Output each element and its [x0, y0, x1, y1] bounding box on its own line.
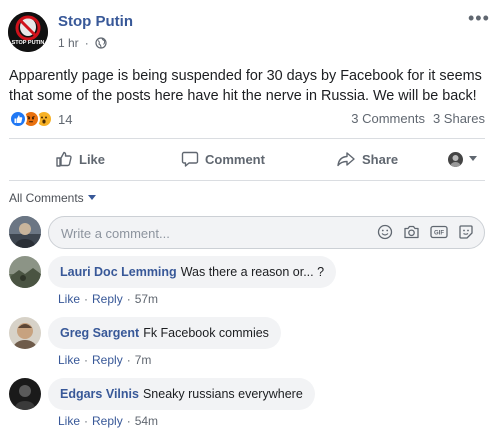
more-options-button[interactable]: ••• — [468, 9, 490, 27]
composer-tools: GIF — [377, 224, 474, 240]
comment-label: Comment — [205, 151, 265, 167]
post-message: Apparently page is being suspended for 3… — [9, 68, 482, 104]
emoji-icon[interactable] — [377, 224, 393, 240]
comment-like-button[interactable]: Like — [58, 414, 80, 428]
svg-text:STOP PUTIN: STOP PUTIN — [12, 40, 45, 46]
commenter-avatar[interactable] — [9, 317, 41, 349]
comment-timestamp[interactable]: 54m — [135, 414, 158, 428]
comment-timestamp[interactable]: 7m — [135, 353, 152, 367]
share-arrow-icon — [337, 152, 355, 167]
comment-composer[interactable]: GIF — [48, 216, 485, 249]
reaction-count: 14 — [58, 111, 73, 127]
svg-text:GIF: GIF — [434, 231, 444, 237]
comment-actions: Like · Reply · 57m — [58, 292, 159, 306]
comment-text: Fk Facebook commies — [143, 326, 269, 340]
comment-input[interactable] — [61, 224, 351, 242]
like-reaction-icon — [9, 110, 27, 128]
share-label: Share — [362, 151, 399, 167]
sticker-icon[interactable] — [458, 224, 474, 240]
comment-bubble: Edgars Vilnis Sneaky russians everywhere — [48, 378, 315, 410]
comment-bubble: Lauri Doc Lemming Was there a reason or.… — [48, 256, 337, 288]
comment-timestamp[interactable]: 57m — [135, 292, 158, 306]
comment-actions: Like · Reply · 54m — [58, 414, 159, 428]
comment-text: Was there a reason or... ? — [180, 265, 325, 279]
divider — [9, 180, 485, 181]
comment-filter-label: All Comments — [9, 191, 84, 205]
caret-down-icon — [87, 195, 96, 200]
like-button[interactable]: Like — [55, 146, 105, 172]
post-card: STOP PUTIN Stop Putin 1 hr · ••• Apparen… — [0, 0, 494, 437]
camera-icon[interactable] — [403, 224, 420, 240]
comment-like-button[interactable]: Like — [58, 292, 80, 306]
comment-button[interactable]: Comment — [181, 146, 265, 172]
comment-filter-dropdown[interactable]: All Comments — [9, 191, 96, 205]
stop-putin-logo-icon: STOP PUTIN — [8, 12, 48, 52]
like-label: Like — [79, 151, 106, 167]
current-user-avatar[interactable] — [9, 216, 41, 248]
page-avatar[interactable]: STOP PUTIN — [8, 12, 48, 52]
user-avatar-small — [448, 151, 463, 167]
commenter-avatar[interactable] — [9, 256, 41, 288]
thumbs-up-icon — [56, 151, 72, 167]
dot-separator: · — [84, 36, 89, 50]
post-meta: 1 hr · — [58, 36, 107, 50]
comments-count-link[interactable]: 3 Comments — [351, 111, 425, 126]
comment-author-link[interactable]: Edgars Vilnis — [60, 387, 139, 401]
reactions-summary[interactable]: 14 — [9, 110, 72, 128]
comment-reply-button[interactable]: Reply — [92, 414, 123, 428]
globe-icon[interactable] — [95, 37, 107, 49]
page-name-link[interactable]: Stop Putin — [58, 13, 133, 30]
comment-like-button[interactable]: Like — [58, 353, 80, 367]
shares-count-link[interactable]: 3 Shares — [433, 111, 485, 126]
comment-reply-button[interactable]: Reply — [92, 292, 123, 306]
caret-down-icon — [469, 156, 477, 161]
share-button[interactable]: Share — [336, 146, 398, 172]
gif-icon[interactable]: GIF — [430, 224, 448, 240]
commenter-avatar[interactable] — [9, 378, 41, 410]
comment-text: Sneaky russians everywhere — [142, 387, 303, 401]
post-timestamp[interactable]: 1 hr — [58, 36, 79, 50]
divider — [9, 138, 485, 139]
comment-bubble: Greg Sargent Fk Facebook commies — [48, 317, 281, 349]
comment-author-link[interactable]: Lauri Doc Lemming — [60, 265, 177, 279]
comment-bubble-icon — [181, 151, 199, 167]
post-stats: 3 Comments 3 Shares — [351, 111, 485, 126]
share-as-selector[interactable] — [448, 146, 477, 172]
comment-author-link[interactable]: Greg Sargent — [60, 326, 139, 340]
comment-actions: Like · Reply · 7m — [58, 353, 152, 367]
comment-reply-button[interactable]: Reply — [92, 353, 123, 367]
